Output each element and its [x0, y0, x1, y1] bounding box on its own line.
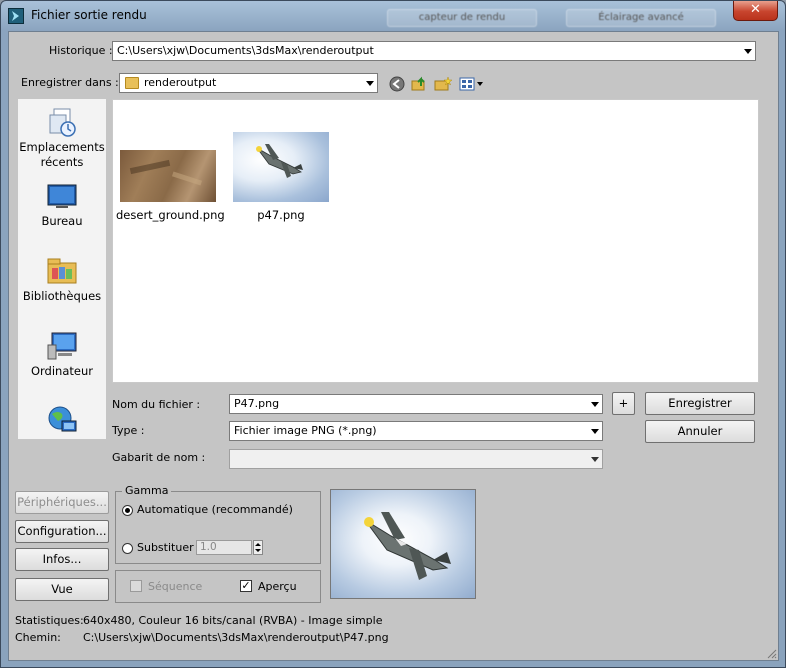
dialog-body: Historique : C:\Users\xjw\Documents\3dsM…	[8, 31, 779, 661]
chevron-down-icon	[744, 49, 752, 54]
options-group: Séquence ✓ Aperçu	[115, 570, 321, 603]
title-bar[interactable]: Fichier sortie rendu capteur de rendu Éc…	[1, 1, 785, 31]
filename-label: Nom du fichier :	[112, 398, 201, 411]
place-label: Emplacements récents	[19, 140, 105, 169]
preview-label: Aperçu	[258, 580, 297, 593]
place-network[interactable]	[18, 405, 106, 438]
place-computer[interactable]: Ordinateur	[18, 331, 106, 379]
gamma-override-input[interactable]: 1.0	[196, 540, 252, 555]
resize-grip-icon[interactable]	[765, 647, 777, 659]
app-icon	[8, 8, 24, 24]
save-in-combo[interactable]: renderoutput	[119, 73, 378, 93]
place-recent[interactable]: Emplacements récents	[18, 107, 106, 170]
file-item[interactable]: desert_ground.png	[116, 106, 225, 222]
gamma-title: Gamma	[122, 484, 172, 497]
type-value: Fichier image PNG (*.png)	[234, 424, 377, 437]
file-thumbnail	[233, 106, 329, 202]
close-icon: ✕	[750, 2, 761, 17]
sequence-label: Séquence	[148, 580, 203, 593]
recent-places-icon	[46, 107, 78, 137]
filename-combo[interactable]: P47.png	[229, 394, 603, 414]
gamma-auto-radio[interactable]	[122, 505, 133, 516]
gamma-auto-label: Automatique (recommandé)	[137, 503, 293, 516]
file-name: desert_ground.png	[116, 208, 225, 222]
computer-icon	[46, 331, 78, 361]
file-thumbnail	[120, 106, 216, 202]
view-button[interactable]: Vue	[15, 578, 109, 601]
place-desktop[interactable]: Bureau	[18, 181, 106, 229]
background-tab: Éclairage avancé	[566, 9, 716, 27]
info-button[interactable]: Infos...	[15, 548, 109, 571]
chevron-down-icon	[591, 402, 599, 407]
file-list[interactable]: desert_ground.png p47.png	[112, 99, 759, 383]
place-label: Bureau	[41, 214, 83, 228]
gamma-override-value: 1.0	[200, 541, 217, 553]
chevron-down-icon	[366, 81, 374, 86]
up-folder-icon[interactable]	[411, 76, 429, 92]
close-button[interactable]: ✕	[733, 1, 778, 21]
history-label: Historique :	[49, 44, 113, 57]
cancel-button[interactable]: Annuler	[645, 420, 755, 443]
preview-image	[330, 489, 476, 599]
libraries-icon	[46, 256, 78, 286]
place-libraries[interactable]: Bibliothèques	[18, 256, 106, 304]
gabarit-combo[interactable]	[229, 449, 603, 469]
stats-value: 640x480, Couleur 16 bits/canal (RVBA) - …	[83, 614, 383, 627]
view-menu-icon[interactable]	[459, 76, 485, 92]
add-button[interactable]: +	[612, 392, 635, 415]
preview-checkbox[interactable]: ✓	[240, 580, 252, 592]
gabarit-label: Gabarit de nom :	[112, 451, 206, 464]
history-combo[interactable]: C:\Users\xjw\Documents\3dsMax\renderoutp…	[112, 41, 756, 61]
spinner-arrows-icon[interactable]	[253, 540, 263, 555]
desktop-icon	[46, 181, 78, 211]
back-icon[interactable]	[389, 76, 407, 92]
save-button[interactable]: Enregistrer	[645, 392, 755, 415]
sequence-checkbox[interactable]	[130, 580, 142, 592]
path-label: Chemin:	[15, 631, 61, 644]
chevron-down-icon	[591, 457, 599, 462]
background-tab: capteur de rendu	[387, 9, 537, 27]
window-title: Fichier sortie rendu	[31, 8, 147, 22]
type-combo[interactable]: Fichier image PNG (*.png)	[229, 421, 603, 441]
history-value: C:\Users\xjw\Documents\3dsMax\renderoutp…	[117, 44, 374, 57]
dialog-window: Fichier sortie rendu capteur de rendu Éc…	[0, 0, 786, 668]
save-in-value: renderoutput	[144, 76, 217, 89]
path-value: C:\Users\xjw\Documents\3dsMax\renderoutp…	[83, 631, 389, 644]
folder-icon	[125, 77, 139, 89]
file-name: p47.png	[257, 208, 305, 222]
check-icon: ✓	[241, 579, 251, 592]
gamma-group: Gamma Automatique (recommandé) Substitue…	[115, 484, 321, 564]
place-label: Bibliothèques	[22, 289, 102, 303]
places-bar: Emplacements récents Bureau Bibliothèque…	[18, 99, 106, 439]
stats-label: Statistiques:	[15, 614, 84, 627]
setup-button[interactable]: Configuration...	[15, 520, 109, 543]
chevron-down-icon	[591, 429, 599, 434]
gamma-override-radio[interactable]	[122, 543, 133, 554]
save-in-label: Enregistrer dans :	[21, 76, 119, 89]
file-item[interactable]: p47.png	[231, 106, 331, 222]
place-label: Ordinateur	[30, 364, 93, 378]
network-icon	[46, 405, 78, 435]
gamma-override-label: Substituer	[137, 541, 194, 554]
new-folder-icon[interactable]	[434, 76, 453, 92]
type-label: Type :	[112, 424, 145, 437]
devices-button[interactable]: Périphériques...	[15, 491, 109, 514]
filename-value: P47.png	[234, 397, 280, 410]
